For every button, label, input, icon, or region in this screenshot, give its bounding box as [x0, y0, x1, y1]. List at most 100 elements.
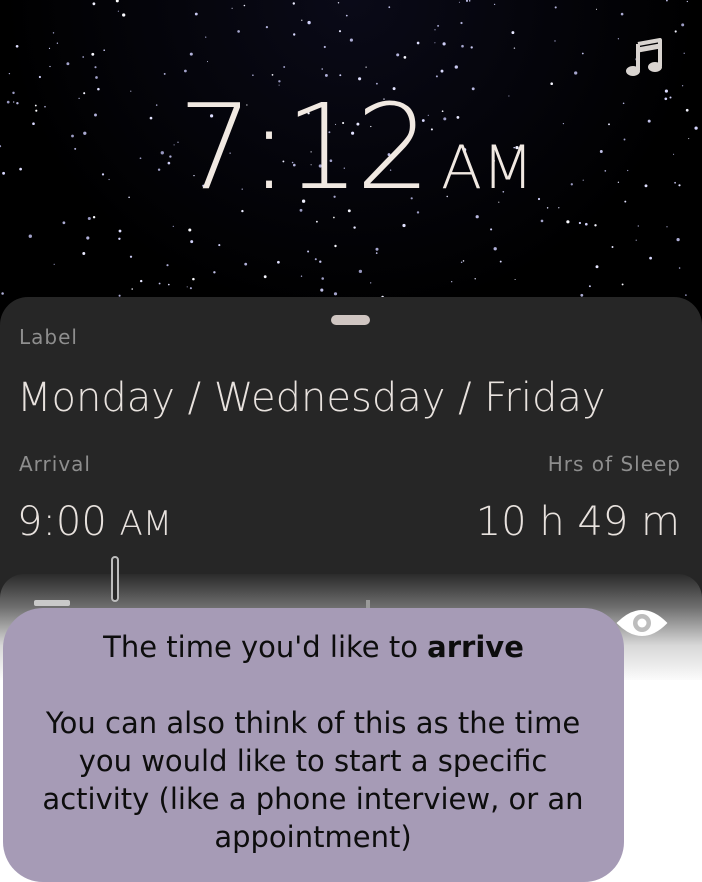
star: [546, 207, 549, 209]
star: [540, 219, 544, 223]
label-field-value[interactable]: Monday / Wednesday / Friday: [17, 375, 606, 421]
sheet-drag-handle[interactable]: [331, 315, 370, 325]
star: [173, 144, 175, 146]
star: [666, 0, 668, 2]
star: [192, 277, 195, 281]
star: [599, 150, 603, 153]
star: [277, 260, 280, 264]
star: [169, 155, 172, 158]
star: [82, 56, 85, 58]
star: [293, 33, 296, 36]
star: [678, 267, 681, 269]
star: [554, 40, 556, 42]
star: [13, 101, 15, 103]
arrival-slider-handle[interactable]: [111, 556, 119, 602]
star: [644, 184, 648, 188]
star: [283, 66, 286, 68]
star: [514, 278, 516, 281]
label-field-title: Label: [19, 325, 78, 349]
star: [669, 96, 672, 99]
star: [103, 49, 106, 52]
star: [8, 72, 11, 75]
star: [578, 221, 582, 225]
alarm-time-display[interactable]: 7:12 AM: [178, 78, 534, 216]
star: [49, 65, 51, 68]
star: [139, 157, 142, 160]
star: [323, 45, 326, 49]
star: [167, 161, 171, 165]
star: [189, 52, 193, 56]
star: [621, 283, 624, 286]
star: [451, 281, 453, 283]
star: [16, 102, 19, 105]
star: [130, 90, 132, 92]
arrival-ampm: AM: [119, 504, 173, 544]
star: [52, 32, 55, 34]
star: [263, 275, 267, 279]
star: [434, 42, 436, 44]
alarm-time: 7:12: [178, 78, 431, 216]
sleep-field-title: Hrs of Sleep: [547, 452, 681, 476]
star: [333, 292, 338, 296]
star: [460, 261, 463, 263]
star: [35, 109, 38, 112]
sleep-hours-value[interactable]: 10 h 49 m: [476, 499, 680, 545]
star: [131, 288, 133, 290]
star: [582, 179, 584, 181]
star: [624, 200, 627, 203]
star: [122, 13, 126, 17]
star: [666, 226, 668, 228]
star: [94, 113, 97, 117]
star: [460, 21, 463, 25]
star: [676, 237, 680, 242]
star: [315, 220, 318, 223]
star: [622, 102, 625, 105]
star: [440, 69, 444, 73]
star: [292, 2, 295, 5]
star: [620, 12, 624, 16]
star: [537, 197, 541, 201]
star: [402, 223, 406, 228]
music-note-icon[interactable]: [624, 38, 664, 78]
star: [370, 282, 372, 284]
star: [213, 271, 216, 274]
star: [190, 240, 194, 244]
star: [683, 52, 685, 54]
star: [623, 138, 626, 141]
star: [554, 6, 557, 9]
star: [194, 12, 198, 16]
arrival-time-value[interactable]: 9:00 AM: [17, 499, 172, 545]
star: [681, 85, 684, 87]
star: [570, 183, 573, 186]
star: [442, 42, 446, 46]
star: [92, 2, 96, 6]
star: [499, 260, 502, 263]
star: [300, 275, 303, 277]
star: [115, 0, 119, 3]
star: [218, 244, 221, 247]
star: [324, 73, 328, 77]
star: [155, 104, 158, 106]
star: [74, 147, 77, 150]
star: [339, 74, 342, 77]
star: [688, 138, 690, 140]
star: [686, 0, 688, 3]
star: [674, 30, 677, 33]
star: [160, 151, 164, 155]
star: [19, 167, 22, 171]
star: [28, 234, 32, 238]
star: [320, 288, 324, 292]
star: [365, 66, 367, 68]
tooltip-body: You can also think of this as the time y…: [42, 706, 584, 854]
star: [62, 221, 66, 225]
star: [44, 105, 46, 108]
star: [566, 220, 570, 224]
obscured-label: [34, 600, 70, 606]
star: [301, 19, 303, 21]
star: [461, 44, 464, 48]
star: [186, 286, 188, 288]
star: [562, 123, 565, 125]
star: [353, 226, 356, 229]
arrival-time: 9:00: [17, 499, 107, 545]
star: [604, 170, 607, 172]
